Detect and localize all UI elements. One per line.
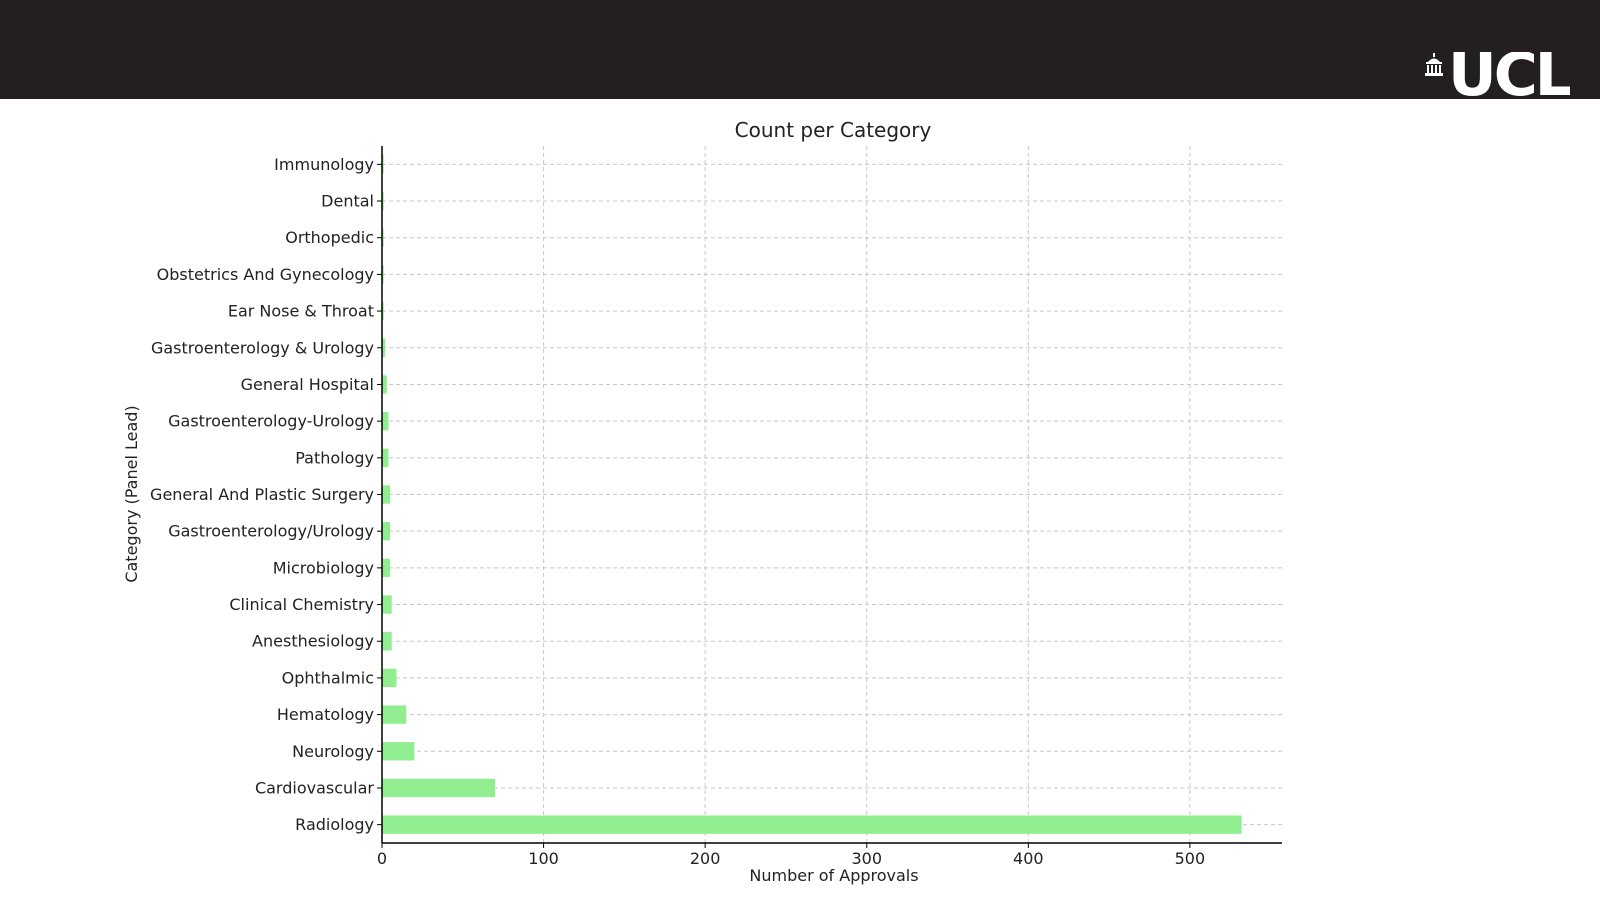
y-tick-label: Gastroenterology-Urology bbox=[168, 412, 374, 431]
y-tick-label: Cardiovascular bbox=[255, 778, 374, 797]
bar-chart: Count per Category Radiology Cardiovascul… bbox=[122, 118, 1282, 885]
ucl-logo: UCL bbox=[1424, 52, 1570, 99]
bar-pathology bbox=[382, 448, 389, 467]
x-tick-labels: 0 100 200 300 400 500 bbox=[377, 843, 1205, 868]
y-tick-label: Hematology bbox=[277, 705, 374, 724]
portico-icon bbox=[1425, 53, 1443, 76]
y-tick-label: Gastroenterology & Urology bbox=[151, 338, 374, 357]
y-tick-label: Pathology bbox=[295, 448, 374, 467]
y-tick-label: Immunology bbox=[274, 155, 374, 174]
bar-microbiology bbox=[382, 558, 391, 578]
y-tick-label: Clinical Chemistry bbox=[229, 595, 374, 614]
y-tick-labels: Radiology Cardiovascular Neurology Hematolo… bbox=[150, 155, 382, 834]
y-tick-label: Ear Nose & Throat bbox=[228, 302, 374, 321]
bar-clinical-chemistry bbox=[382, 595, 392, 614]
x-tick-label: 500 bbox=[1175, 849, 1206, 868]
y-tick-label: Anesthesiology bbox=[252, 632, 374, 651]
y-tick-label: Microbiology bbox=[273, 558, 374, 577]
y-tick-label: General Hospital bbox=[241, 375, 374, 394]
y-tick-label: Gastroenterology/Urology bbox=[168, 522, 374, 541]
logo-text: UCL bbox=[1448, 52, 1570, 99]
x-tick-label: 200 bbox=[690, 849, 721, 868]
chart-title: Count per Category bbox=[735, 118, 932, 142]
bar-anesthesiology bbox=[382, 632, 392, 651]
x-tick-label: 100 bbox=[528, 849, 559, 868]
x-tick-label: 400 bbox=[1013, 849, 1044, 868]
grid-lines bbox=[381, 146, 1282, 843]
header-band bbox=[0, 0, 1600, 99]
bar-gastroenterology-urology bbox=[382, 411, 389, 431]
bar-general-and-plastic-surgery bbox=[382, 485, 391, 504]
y-tick-label: Dental bbox=[321, 192, 374, 211]
y-tick-label: Neurology bbox=[292, 742, 374, 761]
x-tick-label: 0 bbox=[377, 849, 387, 868]
y-tick-label: Ophthalmic bbox=[282, 668, 374, 687]
x-axis-label: Number of Approvals bbox=[749, 866, 918, 885]
y-axis-label: Category (Panel Lead) bbox=[122, 405, 141, 582]
bar-neurology bbox=[382, 742, 415, 761]
y-tick-label: Radiology bbox=[295, 815, 374, 834]
slide: UCL Count per Category Radiology Cardiova… bbox=[0, 0, 1600, 900]
bar-gastroenterology-urology bbox=[382, 522, 391, 541]
bar-radiology bbox=[382, 815, 1242, 834]
y-tick-label: Orthopedic bbox=[285, 228, 374, 247]
bar-cardiovascular bbox=[382, 778, 496, 798]
y-tick-label: Obstetrics And Gynecology bbox=[157, 265, 374, 284]
bar-ophthalmic bbox=[382, 668, 397, 688]
y-tick-label: General And Plastic Surgery bbox=[150, 485, 374, 504]
bar-hematology bbox=[382, 705, 407, 724]
